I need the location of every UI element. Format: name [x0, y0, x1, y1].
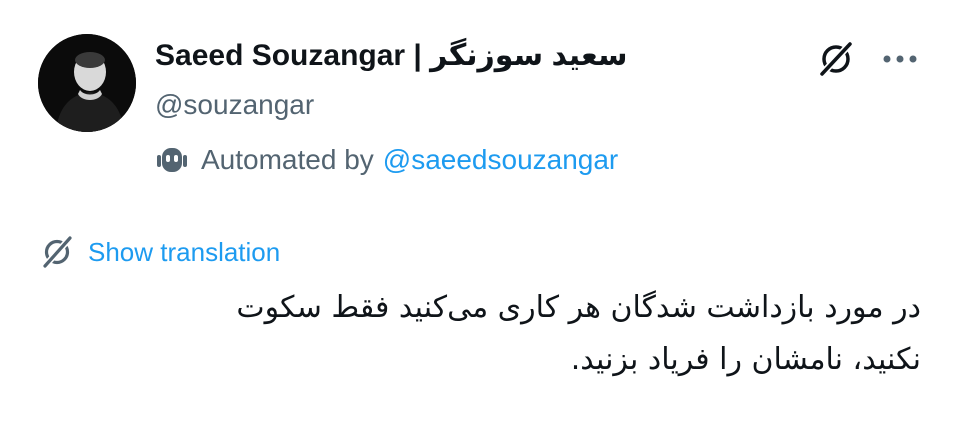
show-translation-label[interactable]: Show translation — [88, 237, 280, 268]
more-options-icon[interactable] — [880, 46, 920, 72]
display-name[interactable]: Saeed Souzangar | سعید سوزنگر — [155, 34, 627, 78]
robot-icon — [157, 148, 187, 172]
avatar[interactable] — [38, 34, 136, 132]
user-handle[interactable]: @souzangar — [155, 85, 314, 125]
tweet-text-line: نکنید، نامشان را فریاد بزنید. — [570, 342, 921, 377]
tweet-text: در مورد بازداشت شدگان هر کاری می‌کنید فق… — [61, 282, 921, 386]
translate-icon — [41, 235, 74, 269]
tweet-text-line: در مورد بازداشت شدگان هر کاری می‌کنید فق… — [236, 290, 921, 325]
automated-text: Automated by — [201, 144, 374, 175]
automated-by-link[interactable]: @saeedsouzangar — [383, 144, 618, 176]
automated-label: Automated by @saeedsouzangar — [153, 140, 618, 180]
grok-icon[interactable] — [817, 40, 855, 78]
tweet-card: Saeed Souzangar | سعید سوزنگر @souzangar… — [0, 0, 961, 423]
show-translation-button[interactable]: Show translation — [40, 232, 280, 272]
